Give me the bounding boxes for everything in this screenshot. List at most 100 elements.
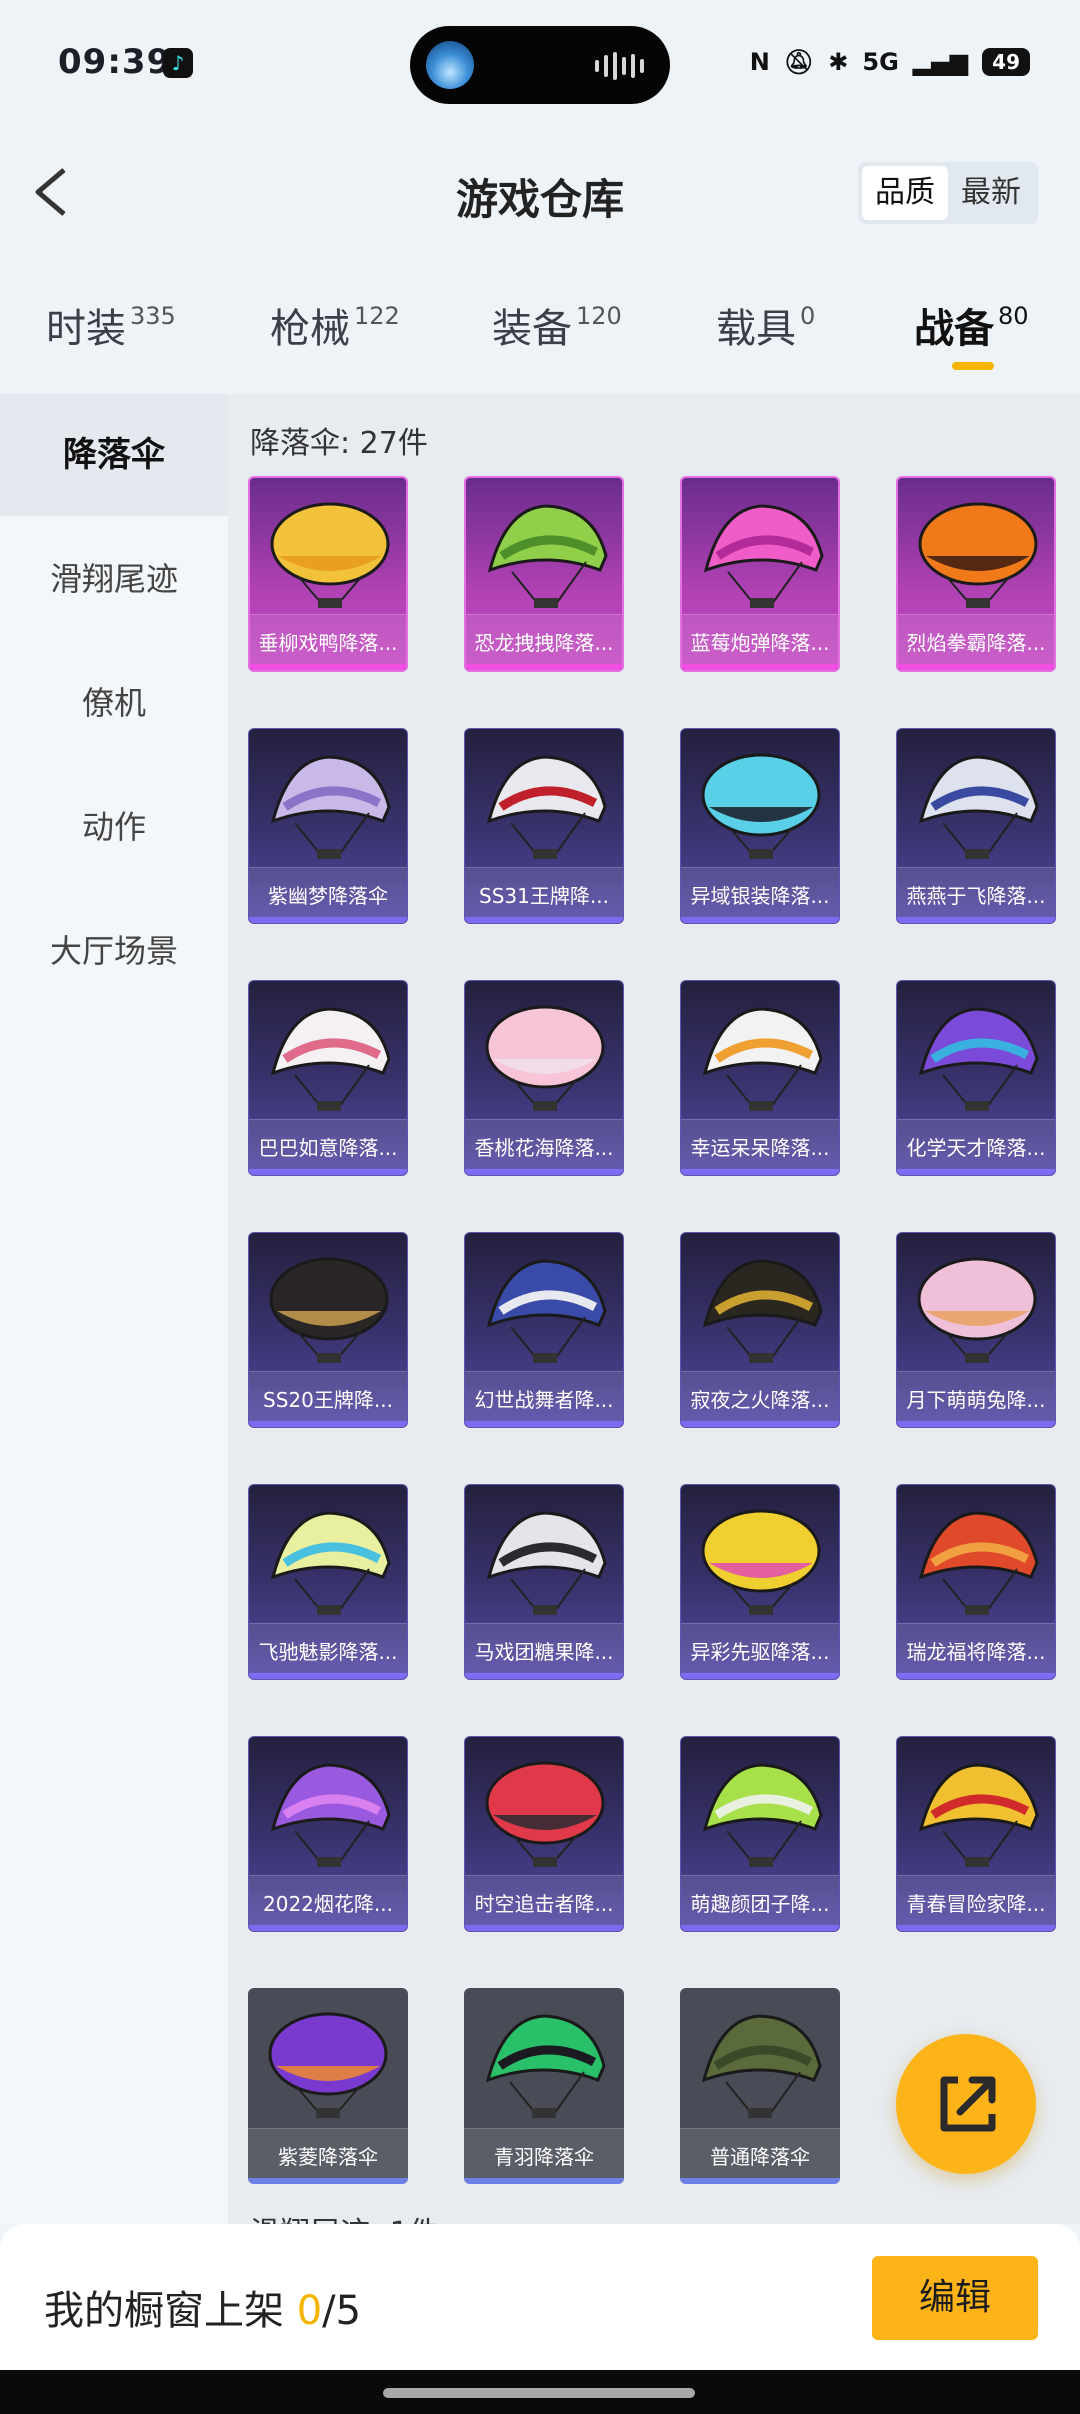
tab-count: 0 bbox=[800, 302, 816, 330]
item-name: 幻世战舞者降... bbox=[474, 1388, 614, 1412]
rarity-bar bbox=[681, 917, 839, 923]
item-card[interactable]: 幻世战舞者降... bbox=[464, 1232, 624, 1428]
item-card[interactable]: 青羽降落伞 bbox=[464, 1988, 624, 2184]
parachute-image bbox=[268, 2012, 388, 2118]
item-card[interactable]: 萌趣颜团子降... bbox=[680, 1736, 840, 1932]
item-card[interactable]: 巴巴如意降落... bbox=[248, 980, 408, 1176]
rarity-bar bbox=[897, 1169, 1055, 1175]
tab-guns[interactable]: 枪械 122 bbox=[270, 296, 400, 354]
parachute-image bbox=[918, 755, 1039, 859]
item-name: 青春冒险家降... bbox=[906, 1892, 1046, 1916]
rarity-bar bbox=[897, 917, 1055, 923]
parachute-image bbox=[485, 1005, 605, 1111]
rarity-bar bbox=[465, 917, 623, 923]
item-card[interactable]: 异彩先驱降落... bbox=[680, 1484, 840, 1680]
showcase-status: 我的橱窗上架 0/5 bbox=[44, 2278, 361, 2336]
item-card[interactable]: SS20王牌降... bbox=[248, 1232, 408, 1428]
rarity-bar bbox=[465, 1169, 623, 1175]
parachute-image bbox=[917, 1257, 1037, 1363]
item-card[interactable]: 异域银装降落... bbox=[680, 728, 840, 924]
item-card[interactable]: 垂柳戏鸭降落... bbox=[248, 476, 408, 672]
system-status-icons: N 🔕︎ ✱ 5G ▂▄▆ 49 bbox=[750, 48, 1030, 76]
item-name: 马戏团糖果降... bbox=[474, 1640, 614, 1664]
item-card[interactable]: 燕燕于飞降落... bbox=[896, 728, 1056, 924]
sidebar-item-parachute[interactable]: 降落伞 bbox=[0, 394, 228, 516]
share-button[interactable] bbox=[896, 2034, 1036, 2174]
tab-count: 120 bbox=[576, 302, 622, 330]
parachute-image bbox=[701, 2014, 822, 2118]
item-card[interactable]: 青春冒险家降... bbox=[896, 1736, 1056, 1932]
item-card[interactable]: 蓝莓炮弹降落... bbox=[680, 476, 840, 672]
rarity-bar bbox=[682, 664, 838, 670]
item-card[interactable]: 飞驰魅影降落... bbox=[248, 1484, 408, 1680]
tab-combat-gear[interactable]: 战备 80 bbox=[914, 296, 1029, 354]
sidebar: 降落伞 滑翔尾迹 僚机 动作 大厅场景 bbox=[0, 394, 228, 2224]
item-card[interactable]: 烈焰拳霸降落... bbox=[896, 476, 1056, 672]
parachute-image bbox=[702, 1763, 823, 1867]
item-card[interactable]: 普通降落伞 bbox=[680, 1988, 840, 2184]
parachute-image bbox=[270, 1007, 391, 1111]
parachute-image bbox=[701, 753, 821, 859]
item-card[interactable]: 月下萌萌兔降... bbox=[896, 1232, 1056, 1428]
item-card[interactable]: 紫幽梦降落伞 bbox=[248, 728, 408, 924]
rarity-bar bbox=[249, 917, 407, 923]
item-card[interactable]: 恐龙拽拽降落... bbox=[464, 476, 624, 672]
parachute-image bbox=[486, 1511, 607, 1615]
tiktok-icon: ♪ bbox=[163, 48, 193, 78]
item-card[interactable]: 时空追击者降... bbox=[464, 1736, 624, 1932]
rarity-bar bbox=[681, 1421, 839, 1427]
tab-label: 装备 bbox=[492, 306, 572, 352]
item-name: 月下萌萌兔降... bbox=[906, 1388, 1046, 1412]
showcase-total-count: /5 bbox=[322, 2288, 362, 2334]
rarity-bar bbox=[250, 664, 406, 670]
sort-newest-button[interactable]: 最新 bbox=[948, 166, 1034, 220]
item-name: 化学天才降落... bbox=[906, 1136, 1046, 1160]
parachute-image bbox=[702, 1007, 823, 1111]
rarity-bar bbox=[248, 2178, 408, 2184]
rarity-bar bbox=[465, 1421, 623, 1427]
edit-button[interactable]: 编辑 bbox=[872, 2256, 1038, 2340]
parachute-image bbox=[270, 755, 391, 859]
item-name: 紫幽梦降落伞 bbox=[268, 884, 388, 908]
parachute-image bbox=[485, 1761, 605, 1867]
item-card[interactable]: 紫菱降落伞 bbox=[248, 1988, 408, 2184]
rarity-bar bbox=[249, 1421, 407, 1427]
tab-vehicles[interactable]: 载具 0 bbox=[716, 296, 815, 354]
rarity-bar bbox=[897, 1925, 1055, 1931]
item-card[interactable]: 寂夜之火降落... bbox=[680, 1232, 840, 1428]
home-indicator[interactable] bbox=[383, 2388, 695, 2398]
parachute-image bbox=[487, 504, 608, 608]
item-card[interactable]: 马戏团糖果降... bbox=[464, 1484, 624, 1680]
item-card[interactable]: SS31王牌降... bbox=[464, 728, 624, 924]
rarity-bar bbox=[249, 1925, 407, 1931]
rarity-bar bbox=[465, 1673, 623, 1679]
nfc-icon: N bbox=[749, 48, 770, 76]
item-card[interactable]: 2022烟花降... bbox=[248, 1736, 408, 1932]
bluetooth-icon: ✱ bbox=[828, 48, 849, 76]
share-icon bbox=[940, 2076, 996, 2132]
parachute-image bbox=[918, 1007, 1039, 1111]
tab-fashion[interactable]: 时装 335 bbox=[46, 296, 176, 354]
showcase-used-count: 0 bbox=[296, 2288, 323, 2334]
parachute-image bbox=[270, 502, 390, 608]
tab-equipment[interactable]: 装备 120 bbox=[492, 296, 622, 354]
dynamic-island[interactable] bbox=[410, 26, 670, 104]
sidebar-item-emotes[interactable]: 动作 bbox=[0, 766, 228, 888]
item-card[interactable]: 幸运呆呆降落... bbox=[680, 980, 840, 1176]
item-grid-panel: 降落伞: 27件 垂柳戏鸭降落... 恐龙拽拽降落... 蓝莓炮弹降落... 烈… bbox=[228, 394, 1080, 2224]
item-name: 飞驰魅影降落... bbox=[258, 1640, 398, 1664]
clock: 09:39 bbox=[58, 42, 172, 82]
item-name: 幸运呆呆降落... bbox=[690, 1136, 830, 1160]
tab-label: 载具 bbox=[716, 306, 796, 352]
item-card[interactable]: 化学天才降落... bbox=[896, 980, 1056, 1176]
item-card[interactable]: 香桃花海降落... bbox=[464, 980, 624, 1176]
sidebar-item-lobby-scene[interactable]: 大厅场景 bbox=[0, 890, 228, 1012]
sidebar-item-glide-trail[interactable]: 滑翔尾迹 bbox=[0, 518, 228, 640]
sidebar-item-wingman[interactable]: 僚机 bbox=[0, 642, 228, 764]
sort-quality-button[interactable]: 品质 bbox=[862, 166, 948, 220]
item-card[interactable]: 瑞龙福将降落... bbox=[896, 1484, 1056, 1680]
item-name: SS20王牌降... bbox=[263, 1388, 393, 1412]
battery-icon: 49 bbox=[982, 48, 1030, 76]
parachute-image bbox=[270, 1511, 391, 1615]
item-name: 垂柳戏鸭降落... bbox=[258, 631, 398, 655]
